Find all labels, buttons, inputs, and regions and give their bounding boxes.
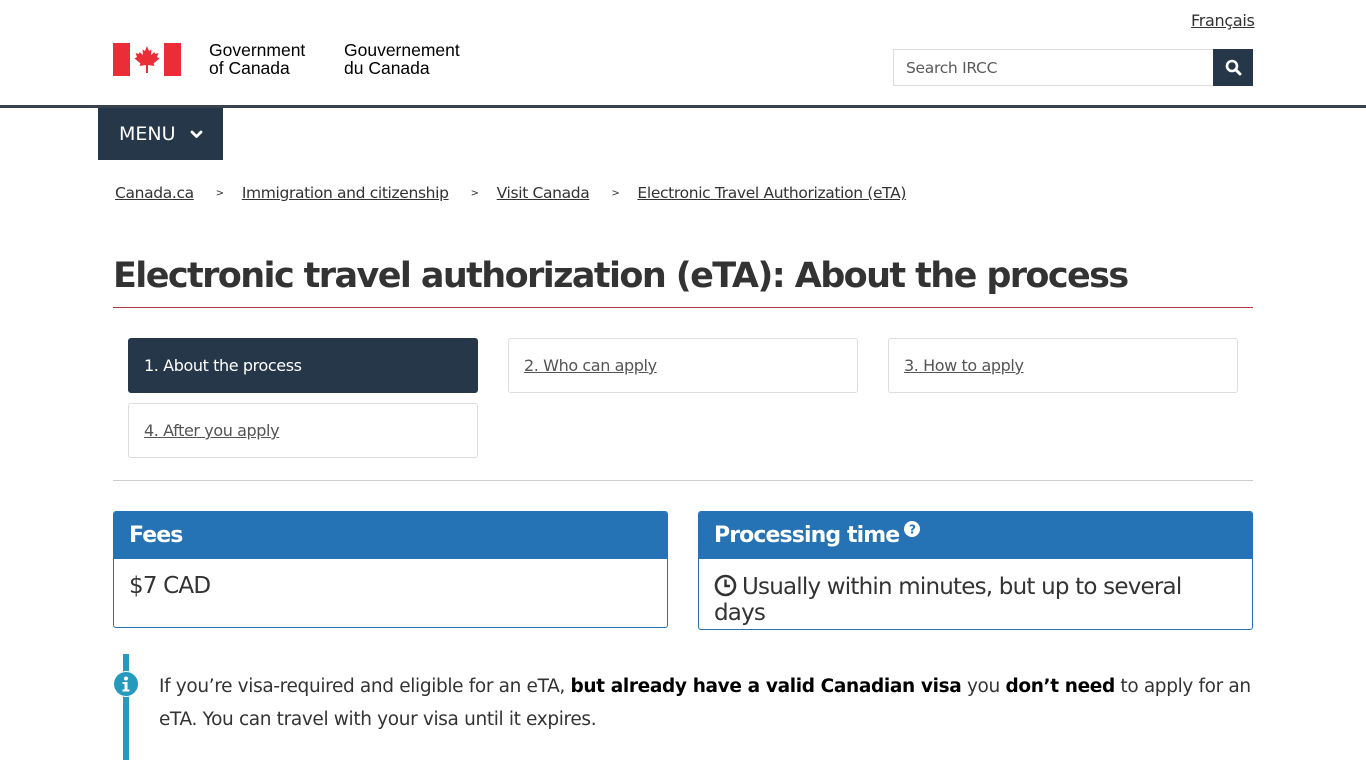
step-tab-after-you-apply[interactable]: 4. After you apply	[128, 403, 478, 458]
alert-info-bar	[123, 654, 129, 760]
chevron-down-icon	[190, 130, 203, 139]
alert-bold-1: but already have a valid Canadian visa	[570, 676, 962, 697]
maple-leaf-icon	[134, 46, 160, 73]
alert-text-1: If you’re visa-required and eligible for…	[159, 676, 571, 697]
step-tab-who-can-apply[interactable]: 2. Who can apply	[508, 338, 858, 393]
processing-time-panel: Processing time ? Usually within minutes…	[698, 511, 1253, 630]
step-tab-about[interactable]: 1. About the process	[128, 338, 478, 393]
wordmark-french[interactable]: Gouvernement du Canada	[344, 41, 460, 77]
canada-flag-logo[interactable]	[113, 43, 181, 76]
fees-panel-heading: Fees	[114, 512, 667, 559]
alert-info-text: If you’re visa-required and eligible for…	[159, 670, 1259, 736]
search-button[interactable]	[1213, 49, 1253, 86]
magnifier-icon	[1225, 59, 1241, 76]
info-circle-icon	[113, 671, 139, 697]
step-tab-how-to-apply[interactable]: 3. How to apply	[888, 338, 1238, 393]
language-toggle-link[interactable]: Français	[1191, 11, 1255, 30]
step-link[interactable]: 3. How to apply	[904, 356, 1024, 375]
breadcrumb-link-immigration[interactable]: Immigration and citizenship	[242, 184, 449, 202]
wordmark-en-line2: of Canada	[209, 58, 290, 78]
svg-text:?: ?	[909, 522, 916, 536]
breadcrumb-link-eta[interactable]: Electronic Travel Authorization (eTA)	[637, 184, 906, 202]
page-title: Electronic travel authorization (eTA): A…	[113, 256, 1129, 296]
main-menu-button[interactable]: MENU	[98, 108, 223, 160]
alert-bold-2: don’t need	[1005, 676, 1115, 697]
breadcrumb: Canada.ca > Immigration and citizenship …	[115, 184, 906, 202]
fees-value: $7 CAD	[129, 573, 211, 599]
site-header: Government of Canada Gouvernement du Can…	[0, 0, 1366, 108]
step-link[interactable]: 2. Who can apply	[524, 356, 657, 375]
step-label: 1. About the process	[144, 356, 302, 375]
breadcrumb-separator-icon: >	[215, 187, 224, 199]
fees-panel-body: $7 CAD	[114, 559, 667, 613]
fees-panel: Fees $7 CAD	[113, 511, 668, 628]
step-link[interactable]: 4. After you apply	[144, 421, 280, 440]
section-divider	[113, 480, 1253, 481]
title-underline	[113, 307, 1253, 308]
flag-bar-right	[164, 43, 181, 76]
menu-label: MENU	[119, 123, 176, 145]
processing-panel-heading: Processing time ?	[699, 512, 1252, 559]
breadcrumb-separator-icon: >	[470, 187, 479, 199]
breadcrumb-separator-icon: >	[611, 187, 620, 199]
search-input[interactable]	[893, 49, 1213, 86]
fees-heading-text: Fees	[129, 523, 183, 548]
alert-text-2: you	[961, 676, 1006, 697]
wordmark-fr-line2: du Canada	[344, 58, 430, 78]
flag-bar-left	[113, 43, 130, 76]
wordmark-fr-line1: Gouvernement	[344, 40, 460, 60]
breadcrumb-link-canada[interactable]: Canada.ca	[115, 184, 194, 202]
breadcrumb-link-visit-canada[interactable]: Visit Canada	[497, 184, 590, 202]
clock-icon	[714, 574, 737, 597]
processing-heading-text: Processing time	[714, 523, 900, 548]
processing-value: Usually within minutes, but up to severa…	[714, 574, 1182, 626]
processing-panel-body: Usually within minutes, but up to severa…	[699, 559, 1252, 629]
wordmark-en-line1: Government	[209, 40, 306, 60]
wordmark-english[interactable]: Government of Canada	[209, 41, 305, 77]
search-form	[893, 49, 1253, 86]
question-circle-icon[interactable]: ?	[904, 520, 921, 537]
